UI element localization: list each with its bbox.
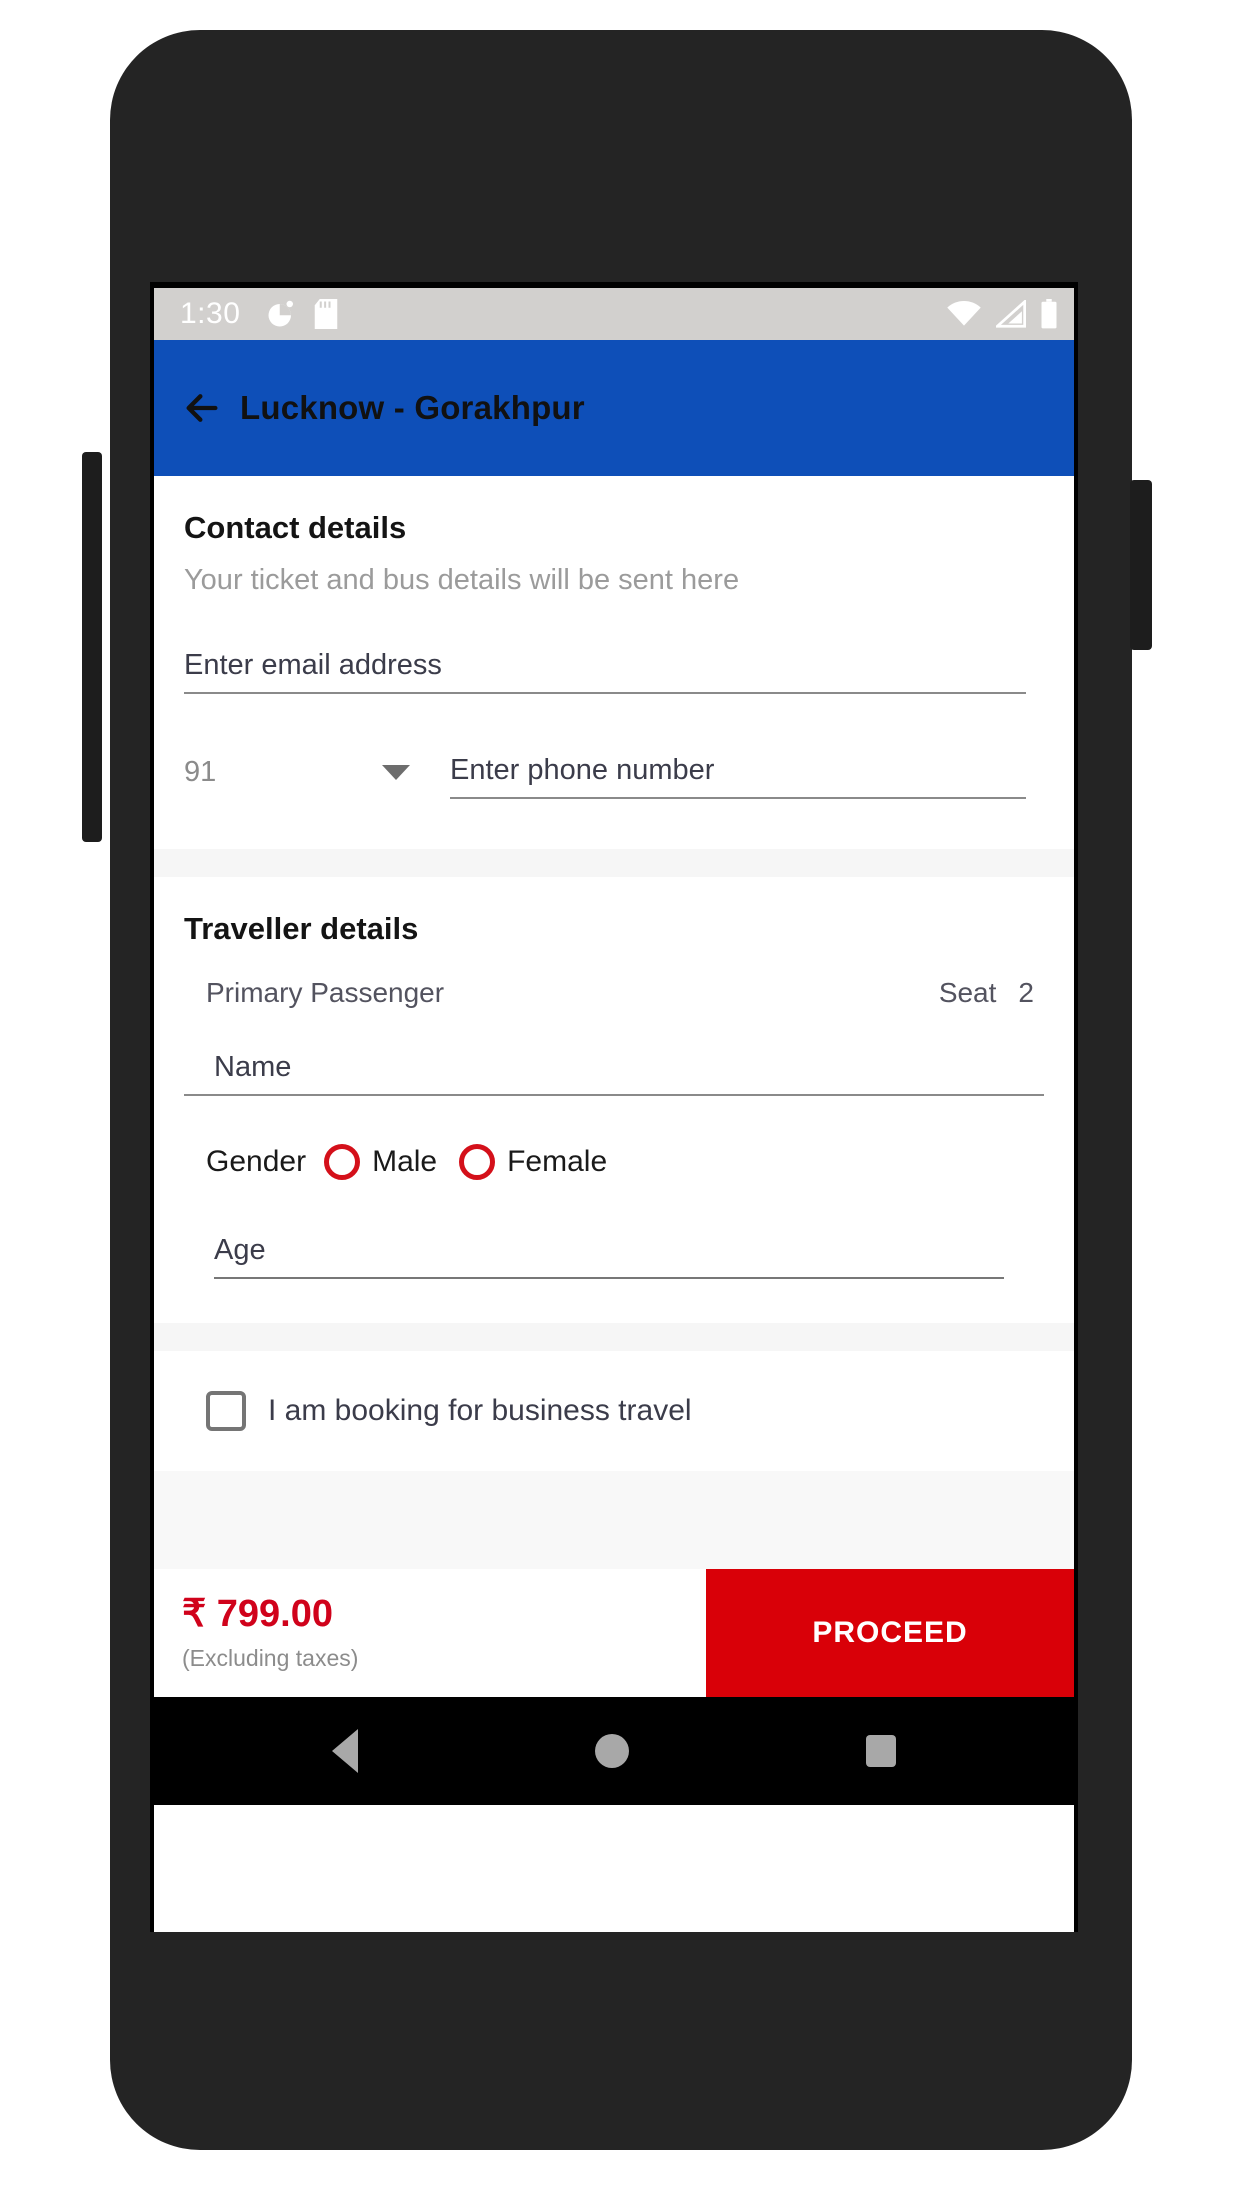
seat-info: Seat 2 [939, 977, 1034, 1009]
traveller-age-field[interactable]: Age [214, 1234, 1004, 1279]
gender-radio-female[interactable] [459, 1144, 496, 1180]
content-scroll-area: Contact details Your ticket and bus deta… [154, 476, 1074, 1805]
status-bar: 1:30 [154, 288, 1074, 340]
back-nav-icon[interactable] [332, 1729, 359, 1773]
phone-power-button[interactable] [1130, 480, 1152, 650]
status-time: 1:30 [180, 297, 241, 330]
traveller-name-placeholder: Name [214, 1051, 292, 1083]
phone-number-field[interactable]: Enter phone number [450, 754, 1026, 799]
screenshot-root: 1:30 Lucknow - Gorakhpur Contact details… [0, 0, 1242, 2208]
phone-side-button-lower-left[interactable] [82, 672, 102, 842]
recents-nav-icon[interactable] [865, 1735, 896, 1767]
home-nav-icon[interactable] [594, 1734, 629, 1768]
business-travel-row[interactable]: I am booking for business travel [184, 1351, 1044, 1471]
phone-row: 91 Enter phone number [184, 754, 1044, 805]
gender-row: Gender Male Female [184, 1144, 1044, 1180]
page-title: Lucknow - Gorakhpur [240, 389, 585, 426]
section-divider-1 [154, 849, 1074, 877]
contact-details-card: Contact details Your ticket and bus deta… [154, 476, 1074, 849]
gender-radio-male[interactable] [324, 1144, 361, 1180]
total-price: ₹ 799.00 [182, 1592, 333, 1635]
phone-field-placeholder: Enter phone number [450, 754, 715, 786]
contact-section-title: Contact details [184, 510, 407, 545]
traveller-age-placeholder: Age [214, 1234, 266, 1266]
bottom-spacer [154, 1471, 1074, 1569]
alarm-icon [268, 300, 294, 327]
cellular-signal-icon [996, 300, 1026, 328]
country-code-select[interactable]: 91 [184, 756, 434, 799]
passenger-header-row: Primary Passenger Seat 2 [184, 947, 1044, 1009]
price-summary: ₹ 799.00 (Excluding taxes) [154, 1569, 706, 1697]
proceed-button[interactable]: PROCEED [706, 1569, 1074, 1697]
bottom-action-bar: ₹ 799.00 (Excluding taxes) PROCEED [154, 1569, 1074, 1697]
email-field-placeholder: Enter email address [184, 649, 442, 681]
traveller-section-title: Traveller details [184, 911, 419, 946]
section-divider-2 [154, 1323, 1074, 1351]
app-bar: Lucknow - Gorakhpur [154, 340, 1074, 476]
contact-card-padding [184, 805, 1044, 849]
traveller-name-field[interactable]: Name [184, 1051, 1044, 1096]
passenger-label: Primary Passenger [206, 977, 445, 1008]
price-tax-note: (Excluding taxes) [182, 1645, 359, 1672]
android-navigation-bar [154, 1697, 1074, 1805]
seat-number: 2 [1018, 977, 1034, 1008]
sd-card-icon [315, 299, 338, 329]
contact-section-subtitle: Your ticket and bus details will be sent… [184, 564, 740, 596]
back-arrow-icon[interactable] [182, 388, 222, 428]
traveller-details-card: Traveller details Primary Passenger Seat… [154, 877, 1074, 1323]
gender-option-female-label[interactable]: Female [507, 1145, 607, 1179]
battery-icon [1041, 299, 1057, 329]
gender-option-male-label[interactable]: Male [372, 1145, 437, 1179]
email-field[interactable]: Enter email address [184, 649, 1026, 694]
gender-label: Gender [206, 1145, 307, 1178]
seat-label: Seat [938, 977, 997, 1008]
business-travel-label: I am booking for business travel [268, 1394, 692, 1427]
country-code-value: 91 [184, 756, 217, 788]
business-travel-card: I am booking for business travel [154, 1351, 1074, 1471]
business-travel-checkbox[interactable] [206, 1391, 246, 1431]
phone-volume-button[interactable] [82, 480, 102, 700]
traveller-card-padding [184, 1279, 1044, 1323]
chevron-down-icon [382, 765, 410, 780]
status-right-icons [946, 299, 1058, 329]
phone-screen: 1:30 Lucknow - Gorakhpur Contact details… [150, 282, 1078, 1932]
wifi-icon [947, 300, 981, 326]
status-left-icons [266, 299, 338, 329]
